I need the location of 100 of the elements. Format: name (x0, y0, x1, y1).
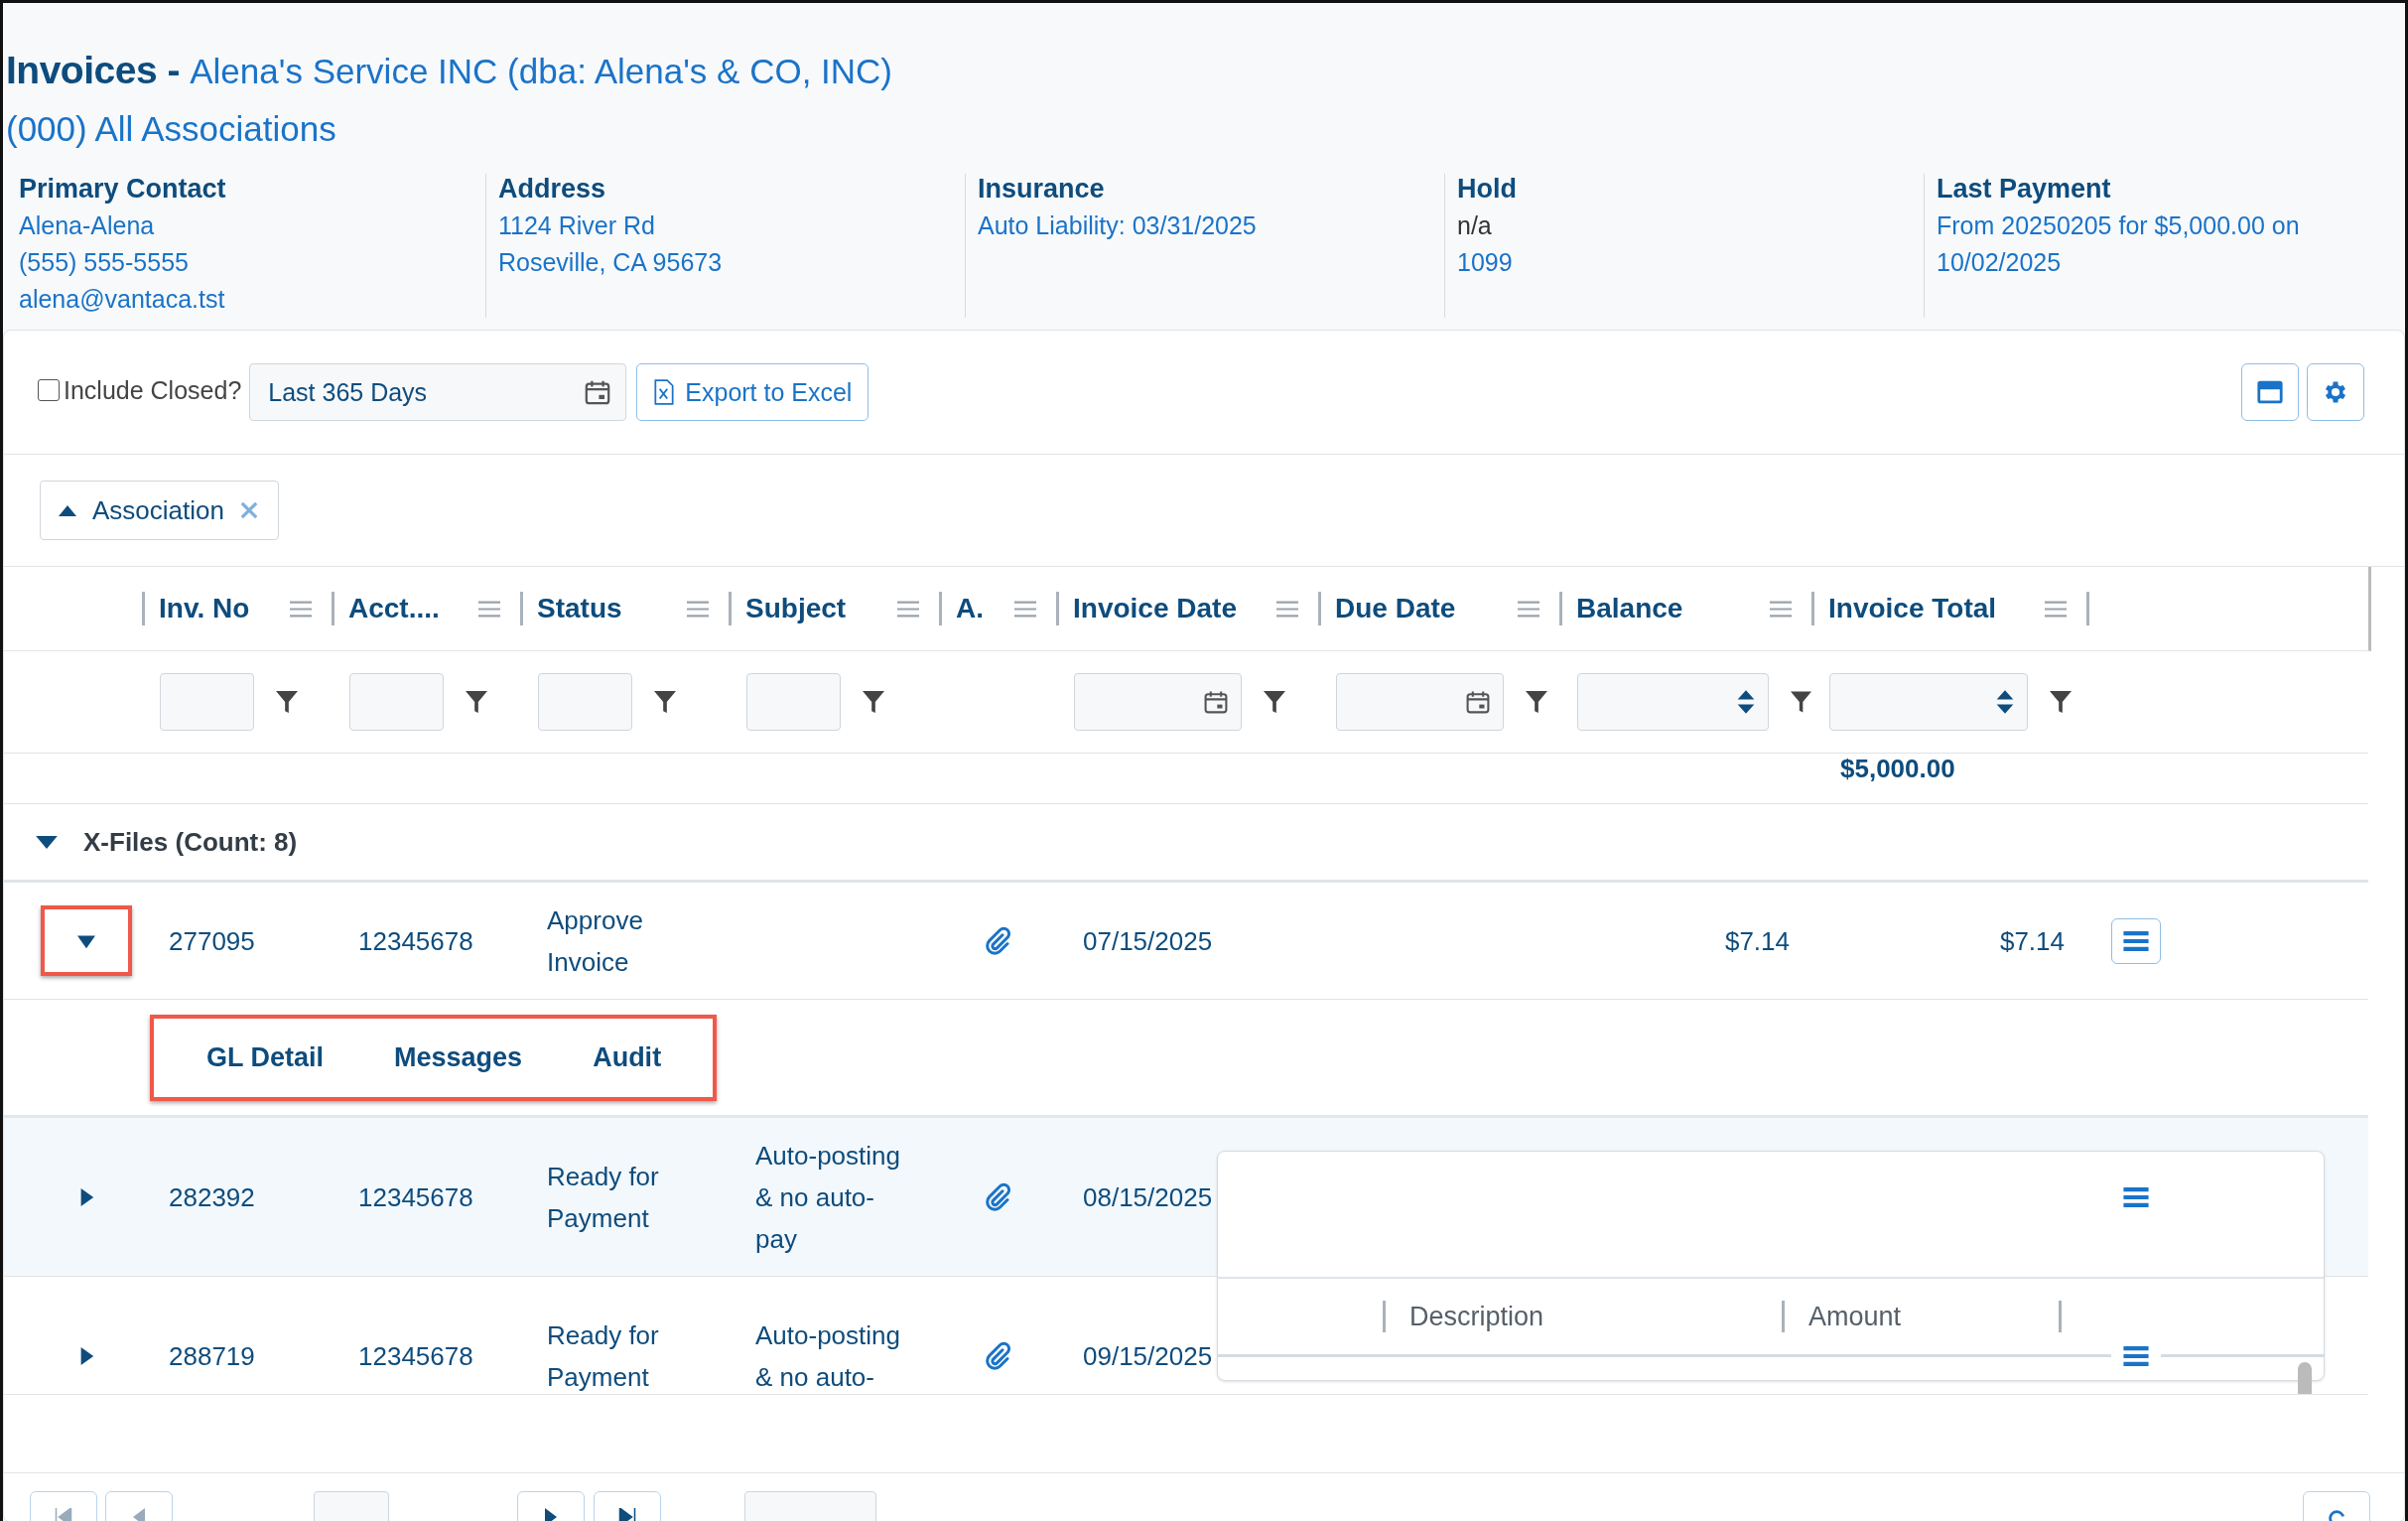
filter-icon[interactable] (1526, 691, 1547, 713)
filter-icon[interactable] (1790, 691, 1811, 713)
window-icon (2256, 378, 2284, 406)
info-value[interactable]: Auto Liability: 03/31/2025 (978, 207, 1405, 244)
info-value[interactable]: alena@vantaca.tst (19, 281, 446, 318)
checkbox-label: Include Closed? (64, 375, 242, 405)
info-value[interactable]: 1124 River Rd (498, 207, 925, 244)
calendar-icon (1465, 689, 1491, 715)
filter-icon[interactable] (466, 691, 487, 713)
column-header[interactable]: Invoice Date (1073, 593, 1237, 624)
vendor-name: Alena's Service INC (dba: Alena's & CO, INC) (190, 52, 893, 90)
filter-field[interactable] (1829, 673, 2028, 731)
settings-button[interactable] (2307, 363, 2364, 421)
table-cell-text: Ready for Payment (547, 1160, 660, 1235)
table-row[interactable]: 277095 12345678 Approve Invoice 07/15/2025 $7.14 $7.14 (4, 883, 2368, 1000)
column-header[interactable]: A. (956, 593, 984, 624)
row-menu-button[interactable] (2111, 917, 2161, 964)
filter-field[interactable] (538, 673, 632, 731)
column-menu-icon[interactable] (1518, 600, 1539, 618)
chip-label: Association (92, 494, 224, 526)
scrollbar[interactable] (2298, 1362, 2312, 1394)
table-cell-text: 288719 (169, 1339, 255, 1373)
column-menu-icon[interactable] (1276, 600, 1298, 618)
column-header[interactable]: Amount (1808, 1301, 1902, 1332)
column-header[interactable]: Balance (1576, 593, 1683, 624)
sort-up-icon (59, 504, 76, 516)
menu-icon (2123, 929, 2149, 952)
info-value[interactable]: 1099 (1457, 244, 1884, 281)
paperclip-icon[interactable] (983, 925, 1012, 956)
info-value: n/a (1457, 210, 1493, 241)
close-icon[interactable] (239, 501, 258, 519)
table-cell-text: 12345678 (358, 1180, 473, 1214)
spinner-icon (1735, 688, 1756, 716)
paperclip-icon[interactable] (983, 1181, 1012, 1212)
column-menu-icon[interactable] (897, 600, 919, 618)
column-menu-icon[interactable] (2045, 600, 2067, 618)
filter-icon[interactable] (863, 691, 884, 713)
filter-field[interactable] (1336, 673, 1504, 731)
date-range-field[interactable]: Last 365 Days (249, 363, 627, 421)
column-menu-icon[interactable] (1770, 600, 1792, 618)
column-header[interactable]: Invoice Total (1828, 593, 1997, 624)
info-value[interactable]: Roseville, CA 95673 (498, 244, 925, 281)
filter-icon[interactable] (654, 691, 676, 713)
filter-field[interactable] (160, 673, 254, 731)
table-cell-text: 12345678 (358, 1339, 473, 1373)
detail-tab[interactable]: GL Detail (184, 1041, 347, 1073)
filter-field[interactable] (746, 673, 841, 731)
layout-button[interactable] (2241, 363, 2299, 421)
info-label: Address (498, 173, 607, 206)
filter-icon[interactable] (276, 691, 298, 713)
info-value[interactable]: Alena-Alena (19, 207, 446, 244)
table-cell-text: $7.14 (1999, 924, 2065, 958)
info-value[interactable]: (555) 555-5555 (19, 244, 446, 281)
table-cell-text: Auto-posting & no auto-pay (755, 1139, 901, 1256)
info-label: Last Payment (1937, 173, 2112, 206)
detail-tab[interactable]: Audit (570, 1041, 685, 1073)
export-button[interactable]: Export to Excel (636, 363, 870, 421)
info-label: Hold (1457, 173, 1518, 206)
column-menu-icon[interactable] (290, 600, 312, 618)
column-header[interactable]: Due Date (1335, 593, 1456, 624)
filter-field[interactable] (1074, 673, 1242, 731)
filter-field[interactable] (1577, 673, 1769, 731)
column-menu-icon[interactable] (478, 600, 500, 618)
table-cell-text: 07/15/2025 (1083, 924, 1213, 958)
column-header[interactable]: Acct.... (348, 593, 440, 624)
table-cell-text: 08/15/2025 (1083, 1180, 1213, 1214)
checkbox[interactable] (38, 379, 60, 401)
spinner-icon (1995, 688, 2015, 716)
excel-file-icon (653, 379, 676, 405)
column-header[interactable]: Status (537, 593, 622, 624)
filter-icon[interactable] (2050, 691, 2072, 713)
group-chip[interactable]: Association (40, 481, 279, 540)
filter-icon[interactable] (1264, 691, 1285, 713)
menu-icon (2123, 1344, 2149, 1367)
table-cell-text: 277095 (169, 924, 255, 958)
caret-icon[interactable] (36, 835, 58, 849)
paperclip-icon[interactable] (983, 1340, 1012, 1371)
info-value[interactable]: From 20250205 for $5,000.00 on 10/02/2025 (1937, 207, 2363, 281)
detail-tab[interactable]: Messages (371, 1041, 546, 1073)
table-cell-text: Ready for Payment (547, 1318, 660, 1394)
calendar-icon (584, 378, 612, 406)
table-cell-text: Approve Invoice (547, 903, 644, 979)
info-label: Primary Contact (19, 173, 227, 206)
first-page-icon (55, 1508, 72, 1521)
table-cell-text: 282392 (169, 1180, 255, 1214)
menu-icon (2123, 1185, 2149, 1208)
calendar-icon (1203, 689, 1229, 715)
column-menu-icon[interactable] (1014, 600, 1036, 618)
column-header[interactable]: Description (1409, 1301, 1544, 1332)
column-header[interactable]: Subject (745, 593, 847, 624)
table-cell-text: Auto-posting & no auto- (755, 1318, 901, 1394)
column-menu-icon[interactable] (687, 600, 709, 618)
table-cell-text: $7.14 (1724, 924, 1790, 958)
table-cell-text: 09/15/2025 (1083, 1339, 1213, 1373)
info-label: Insurance (978, 173, 1106, 206)
last-page-icon (618, 1508, 636, 1521)
filter-field[interactable] (349, 673, 444, 731)
association-name: (000) All Associations (6, 108, 337, 150)
column-header[interactable]: Inv. No (159, 593, 250, 624)
total-sum: $5,000.00 (1840, 754, 1955, 783)
